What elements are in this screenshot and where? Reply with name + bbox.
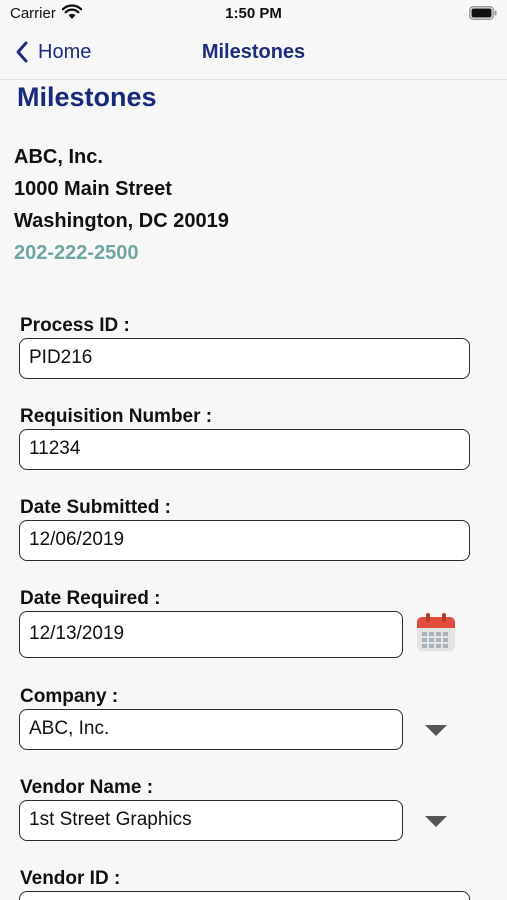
company-info: ABC, Inc. 1000 Main Street Washington, D… bbox=[14, 141, 229, 269]
vendor-name-select[interactable]: 1st Street Graphics bbox=[19, 800, 403, 841]
date-required-label: Date Required : bbox=[20, 588, 161, 609]
company-street: 1000 Main Street bbox=[14, 178, 172, 200]
chevron-down-icon[interactable] bbox=[424, 814, 448, 828]
back-label: Home bbox=[38, 40, 92, 63]
vendor-id-field[interactable] bbox=[19, 891, 470, 900]
date-submitted-field[interactable]: 12/06/2019 bbox=[19, 520, 470, 561]
page-title: Milestones bbox=[17, 82, 157, 112]
requisition-number-label: Requisition Number : bbox=[20, 406, 213, 427]
calendar-icon[interactable] bbox=[416, 612, 456, 652]
company-city-state-zip: Washington, DC 20019 bbox=[14, 210, 229, 232]
date-submitted-label: Date Submitted : bbox=[20, 497, 171, 518]
process-id-label: Process ID : bbox=[20, 315, 130, 336]
company-label: Company : bbox=[20, 686, 119, 707]
company-name: ABC, Inc. bbox=[14, 146, 103, 168]
vendor-name-label: Vendor Name : bbox=[20, 777, 154, 798]
navigation-bar: Home Milestones bbox=[0, 28, 507, 80]
requisition-number-field[interactable]: 11234 bbox=[19, 429, 470, 470]
clock: 1:50 PM bbox=[225, 5, 282, 22]
chevron-down-icon[interactable] bbox=[424, 723, 448, 737]
company-select[interactable]: ABC, Inc. bbox=[19, 709, 403, 750]
process-id-field[interactable]: PID216 bbox=[19, 338, 470, 379]
back-button[interactable]: Home bbox=[14, 40, 91, 64]
status-bar: Carrier 1:50 PM bbox=[0, 0, 507, 28]
vendor-id-label: Vendor ID : bbox=[20, 868, 121, 889]
back-chevron-icon bbox=[16, 41, 28, 63]
battery-icon bbox=[469, 6, 497, 25]
company-phone-link[interactable]: 202-222-2500 bbox=[14, 237, 229, 269]
date-required-field[interactable]: 12/13/2019 bbox=[19, 611, 403, 658]
